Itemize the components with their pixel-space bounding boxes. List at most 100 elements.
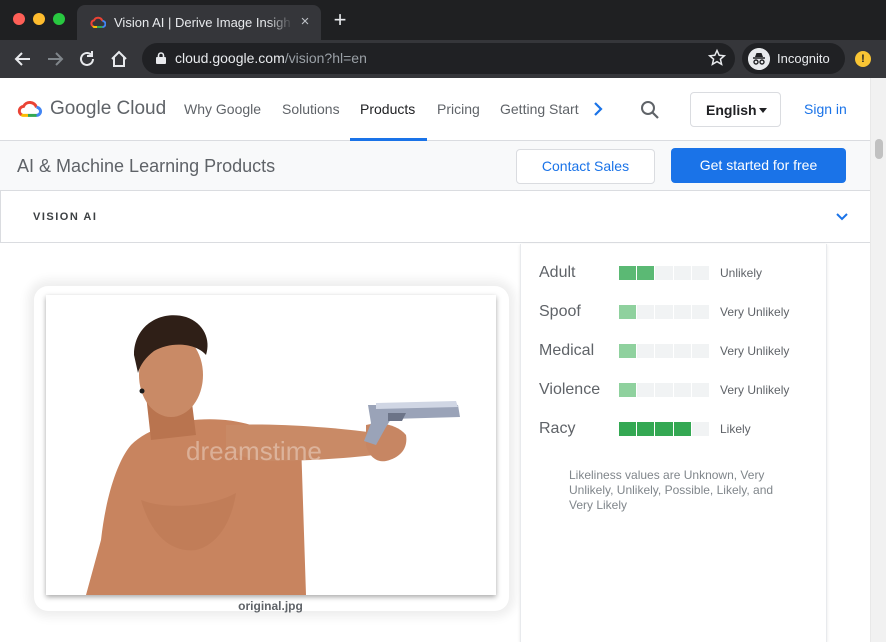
product-subheader: AI & Machine Learning Products Contact S… <box>0 141 870 191</box>
browser-toolbar: cloud.google.com/vision?hl=en Incognito … <box>0 40 886 78</box>
tab-title: Vision AI | Derive Image Insights <box>114 15 290 30</box>
google-cloud-logo-icon[interactable] <box>17 98 43 120</box>
safe-search-row-violence: Violence Very Unlikely <box>521 379 828 401</box>
url-text: cloud.google.com/vision?hl=en <box>175 49 367 68</box>
close-window-button[interactable] <box>13 13 25 25</box>
meter-segment <box>637 344 655 358</box>
likelihood-meter <box>619 422 710 436</box>
nav-solutions[interactable]: Solutions <box>282 100 340 118</box>
likelihood-meter <box>619 383 710 397</box>
google-cloud-favicon-icon <box>90 16 106 28</box>
caret-down-icon <box>759 108 767 113</box>
language-selected-value: English <box>706 102 757 118</box>
meter-segment <box>619 422 637 436</box>
browser-alert-icon[interactable]: ! <box>855 51 871 67</box>
safe-search-category-label: Medical <box>539 342 595 359</box>
meter-segment <box>691 383 710 397</box>
search-icon[interactable] <box>639 99 661 121</box>
page-scrollbar[interactable] <box>870 78 886 642</box>
meter-segment <box>619 305 637 319</box>
meter-segment <box>691 305 710 319</box>
safe-search-category-label: Adult <box>539 264 576 281</box>
meter-segment <box>637 383 655 397</box>
back-arrow-icon[interactable] <box>12 48 34 70</box>
meter-segment <box>673 422 691 436</box>
likelihood-value: Very Unlikely <box>720 344 790 358</box>
likelihood-value: Likely <box>720 422 751 436</box>
meter-segment <box>655 344 673 358</box>
meter-segment <box>655 305 673 319</box>
nav-pricing[interactable]: Pricing <box>437 100 480 118</box>
safe-search-row-spoof: Spoof Very Unlikely <box>521 301 828 323</box>
image-watermark: dreamstime <box>186 436 322 466</box>
tab-title-fade <box>267 11 293 35</box>
chevron-right-icon[interactable] <box>591 100 605 118</box>
likelihood-value: Very Unlikely <box>720 305 790 319</box>
meter-segment <box>673 266 691 280</box>
product-category-title[interactable]: AI & Machine Learning Products <box>17 155 275 177</box>
meter-segment <box>673 344 691 358</box>
meter-segment <box>655 383 673 397</box>
close-tab-icon[interactable]: × <box>297 14 313 30</box>
meter-segment <box>673 383 691 397</box>
safe-search-row-racy: Racy Likely <box>521 418 828 440</box>
safe-search-category-label: Spoof <box>539 303 581 320</box>
safe-search-row-adult: Adult Unlikely <box>521 262 828 284</box>
get-started-free-button[interactable]: Get started for free <box>671 148 846 183</box>
meter-segment <box>637 305 655 319</box>
address-bar[interactable]: cloud.google.com/vision?hl=en <box>142 43 735 74</box>
safe-search-results-card: Adult Unlikely Spoof Very Unlikely Medical Ve… <box>520 244 827 642</box>
incognito-label: Incognito <box>777 51 830 66</box>
demo-content: dreamstime original.jpg Adult Unlikely Spo… <box>0 244 870 642</box>
browser-tab[interactable]: Vision AI | Derive Image Insights × <box>77 5 321 40</box>
meter-segment <box>691 344 710 358</box>
meter-segment <box>619 266 637 280</box>
zoom-window-button[interactable] <box>53 13 65 25</box>
forward-arrow-icon[interactable] <box>44 48 66 70</box>
page-viewport: Google Cloud Why Google Solutions Produc… <box>0 78 870 642</box>
meter-segment <box>691 422 710 436</box>
meter-segment <box>691 266 710 280</box>
meter-segment <box>637 266 655 280</box>
reload-icon[interactable] <box>76 48 98 70</box>
nav-products[interactable]: Products <box>360 100 415 118</box>
chevron-down-icon[interactable] <box>834 211 850 223</box>
likelihood-meter <box>619 266 710 280</box>
meter-segment <box>637 422 655 436</box>
nav-getting-started[interactable]: Getting Started <box>500 100 579 118</box>
meter-segment <box>619 344 637 358</box>
likelihood-value: Unlikely <box>720 266 763 280</box>
nav-why-google[interactable]: Why Google <box>184 100 261 118</box>
meter-segment <box>655 266 673 280</box>
meter-segment <box>619 383 637 397</box>
incognito-indicator[interactable]: Incognito <box>742 43 845 74</box>
browser-title-bar: Vision AI | Derive Image Insights × + <box>0 0 886 40</box>
new-tab-icon[interactable]: + <box>331 9 349 31</box>
scrollbar-thumb[interactable] <box>875 139 883 159</box>
incognito-icon <box>748 48 770 70</box>
bookmark-star-icon[interactable] <box>707 48 727 68</box>
contact-sales-button[interactable]: Contact Sales <box>516 149 655 184</box>
likelihood-meter <box>619 305 710 319</box>
image-filename-caption: original.jpg <box>238 599 303 613</box>
lock-icon <box>156 52 166 64</box>
analyzed-image: dreamstime <box>46 295 496 595</box>
man-with-pistol-illustration: dreamstime <box>86 315 460 595</box>
url-host: cloud.google.com <box>175 50 285 66</box>
likelihood-value: Very Unlikely <box>720 383 790 397</box>
safe-search-category-label: Violence <box>539 381 601 398</box>
url-path: /vision?hl=en <box>284 50 367 66</box>
sign-in-link[interactable]: Sign in <box>804 100 847 118</box>
likeliness-legend-note: Likeliness values are Unknown, Very Unli… <box>569 468 774 512</box>
section-title: VISION AI <box>33 211 98 223</box>
meter-segment <box>673 305 691 319</box>
site-top-nav: Google Cloud Why Google Solutions Produc… <box>0 78 870 141</box>
language-select[interactable]: English <box>690 92 781 127</box>
home-icon[interactable] <box>108 48 130 70</box>
likelihood-meter <box>619 344 710 358</box>
google-cloud-wordmark[interactable]: Google Cloud <box>50 98 166 120</box>
vision-ai-section-bar[interactable]: VISION AI <box>0 191 870 243</box>
safe-search-category-label: Racy <box>539 420 576 437</box>
meter-segment <box>655 422 673 436</box>
minimize-window-button[interactable] <box>33 13 45 25</box>
